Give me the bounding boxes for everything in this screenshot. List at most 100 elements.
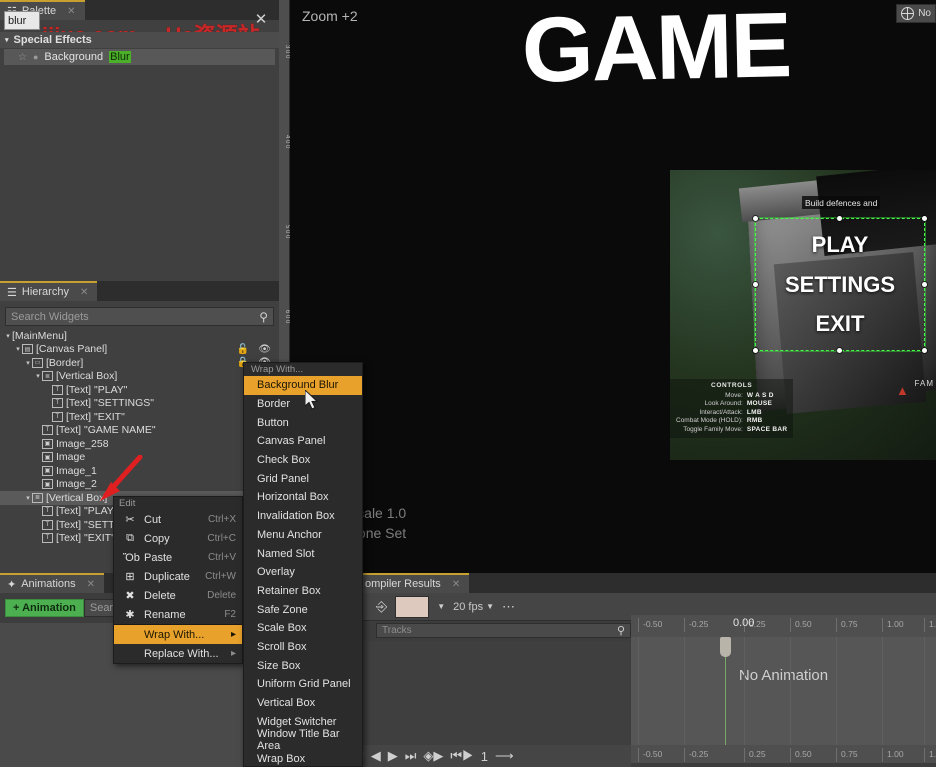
tab-compiler-results[interactable]: ompiler Results ✕ <box>358 573 469 593</box>
hierarchy-row[interactable]: T[Text] "PLAY" <box>0 383 279 397</box>
fps-selector[interactable]: 20 fps ▼ <box>453 601 494 613</box>
wrap-submenu-item[interactable]: Overlay <box>244 563 362 582</box>
frame-field[interactable]: 1 <box>481 749 488 764</box>
wrap-submenu-item[interactable]: Button <box>244 413 362 432</box>
hierarchy-row[interactable]: ▾[MainMenu] <box>0 329 279 343</box>
widget-type-icon: ▭ <box>32 358 43 368</box>
palette-search-input[interactable]: blur <box>4 11 40 30</box>
tab-animations[interactable]: ✦ Animations ✕ <box>0 573 104 593</box>
chevron-down-icon[interactable]: ▾ <box>14 345 22 353</box>
context-menu-item[interactable]: ⧉CopyCtrl+C <box>114 529 242 548</box>
game-preview-image[interactable]: Build defences and ▲ FAM CONTROLS Move:W… <box>670 170 936 460</box>
wrap-submenu-item[interactable]: Invalidation Box <box>244 507 362 526</box>
add-animation-button[interactable]: + Animation <box>5 599 84 617</box>
wrap-submenu-item[interactable]: Menu Anchor <box>244 526 362 545</box>
hierarchy-tabbar: ☰ Hierarchy ✕ <box>0 281 279 301</box>
ruler-tick-label: -0.50 <box>643 749 662 759</box>
hierarchy-row-label: Image <box>56 451 85 463</box>
wrap-submenu-item[interactable]: Canvas Panel <box>244 432 362 451</box>
star-icon[interactable]: ☆ <box>18 52 27 63</box>
arrow-right-icon[interactable]: ⟶ <box>495 748 514 764</box>
wrap-submenu-item[interactable]: Horizontal Box <box>244 488 362 507</box>
wrap-submenu-item[interactable]: Safe Zone <box>244 600 362 619</box>
loop-icon[interactable]: ⏮▶ <box>450 748 473 764</box>
edit-context-menu: Edit ✂CutCtrl+X⧉CopyCtrl+CὌbPasteCtrl+V⊞… <box>113 496 243 664</box>
lock-open-icon[interactable]: 🔓 <box>237 344 249 355</box>
control-key: Combat Mode (HOLD): <box>676 417 747 426</box>
bottom-timeline-ruler[interactable]: -0.50-0.250.250.500.751.001.2 <box>631 745 936 763</box>
wrap-submenu-item[interactable]: Window Title Bar Area <box>244 731 362 750</box>
wrap-submenu-item[interactable]: Background Blur <box>244 376 362 395</box>
context-menu-item[interactable]: ✱RenameF2 <box>114 605 242 624</box>
wrap-submenu-item[interactable]: Retainer Box <box>244 582 362 601</box>
chevron-down-icon[interactable]: ▾ <box>4 332 12 340</box>
context-menu-item[interactable]: Wrap With...▸ <box>114 625 242 644</box>
palette-item-label: Background <box>44 51 103 63</box>
hierarchy-row-label: [Vertical Box] <box>56 370 117 382</box>
wrap-submenu-item[interactable]: Border <box>244 395 362 414</box>
step-forward-icon[interactable]: ⏭ <box>405 748 417 764</box>
game-name-text[interactable]: GAME <box>521 0 791 97</box>
context-menu-item[interactable]: ὌbPasteCtrl+V <box>114 548 242 567</box>
delete-icon: ✖ <box>123 589 137 602</box>
localization-preview-selector[interactable]: No <box>896 4 936 23</box>
wrap-submenu-item[interactable]: Check Box <box>244 451 362 470</box>
hierarchy-row[interactable]: ▾▤[Canvas Panel]🔓👁 <box>0 343 279 357</box>
hierarchy-row[interactable]: T[Text] "GAME NAME" <box>0 424 279 438</box>
chevron-down-icon[interactable]: ▾ <box>24 359 32 367</box>
record-icon[interactable]: ◈▶ <box>423 748 443 764</box>
context-menu-item[interactable]: ✖DeleteDelete <box>114 586 242 605</box>
ruler-tickline <box>790 748 791 762</box>
bullet-icon: ● <box>33 52 38 62</box>
tab-hierarchy[interactable]: ☰ Hierarchy ✕ <box>0 281 97 301</box>
wrap-with-submenu: Wrap With... Background BlurBorderButton… <box>243 362 363 767</box>
palette-panel: ☷ Palette ✕ blur jiiue.com Ue资源站 ✕ ▾ Spe… <box>0 0 279 281</box>
context-menu-item[interactable]: ✂CutCtrl+X <box>114 510 242 529</box>
context-menu-item[interactable]: ⊞DuplicateCtrl+W <box>114 567 242 586</box>
tag-icon[interactable]: ⎆ <box>376 598 387 615</box>
search-widgets-input[interactable]: Search Widgets ⚲ <box>5 307 274 326</box>
playhead[interactable]: 0.00 <box>725 637 726 745</box>
wrap-submenu-item[interactable]: Vertical Box <box>244 694 362 713</box>
play-reverse-icon[interactable]: ◀ <box>371 748 381 764</box>
palette-item-background-blur[interactable]: ☆ ● Background Blur <box>4 49 275 65</box>
timeline-gridline <box>924 637 925 745</box>
close-icon[interactable]: ✕ <box>80 287 88 298</box>
wrap-submenu-item[interactable]: Named Slot <box>244 544 362 563</box>
hierarchy-row[interactable]: T[Text] "EXIT" <box>0 410 279 424</box>
hierarchy-row[interactable]: ▾≣[Vertical Box] <box>0 370 279 384</box>
designer-viewport[interactable]: Zoom +2 GAME No Build defences and ▲ FAM… <box>290 0 936 573</box>
close-icon[interactable]: ✕ <box>452 579 460 590</box>
submenu-arrow-icon: ▸ <box>231 648 236 659</box>
hierarchy-row[interactable]: T[Text] "SETTINGS" <box>0 397 279 411</box>
hierarchy-row[interactable]: ▣Image_258 <box>0 437 279 451</box>
animation-thumbnail[interactable] <box>395 596 429 618</box>
chevron-down-icon[interactable]: ▾ <box>34 372 42 380</box>
ruler-tick-label: 0.50 <box>795 619 812 629</box>
eye-icon[interactable]: 👁 <box>258 344 271 355</box>
wrap-submenu-item[interactable]: Uniform Grid Panel <box>244 675 362 694</box>
timeline-panel[interactable]: -0.50-0.250.250.500.751.001.2 No Animati… <box>631 615 936 745</box>
ruler-tick-label: 0.25 <box>749 749 766 759</box>
chevron-down-icon[interactable]: ▾ <box>24 494 32 502</box>
wrap-submenu-item[interactable]: Scroll Box <box>244 638 362 657</box>
ruler-tickline <box>638 618 639 632</box>
chevron-down-icon[interactable]: ▼ <box>437 602 445 611</box>
hierarchy-row-label: [Canvas Panel] <box>36 343 107 355</box>
fps-label: 20 fps <box>453 601 483 613</box>
wrap-submenu-item[interactable]: Scale Box <box>244 619 362 638</box>
hierarchy-row[interactable]: ▾▭[Border]🔒👁 <box>0 356 279 370</box>
play-icon[interactable]: ▶ <box>388 748 398 764</box>
context-menu-item[interactable]: Replace With...▸ <box>114 644 242 663</box>
timeline-ruler[interactable]: -0.50-0.250.250.500.751.001.2 <box>631 615 936 637</box>
wrap-submenu-item[interactable]: Size Box <box>244 656 362 675</box>
tracks-search-input[interactable]: Tracks ⚲ <box>376 623 631 638</box>
widget-type-icon: T <box>42 520 53 530</box>
curve-editor-icon[interactable]: ⋯ <box>502 599 515 615</box>
close-icon[interactable]: ✕ <box>87 579 95 590</box>
globe-icon <box>901 7 914 20</box>
clear-search-icon[interactable]: ✕ <box>253 12 269 28</box>
wrap-submenu-item[interactable]: Grid Panel <box>244 469 362 488</box>
palette-category-special-effects[interactable]: ▾ Special Effects <box>0 32 279 48</box>
playhead-grip[interactable] <box>720 637 731 657</box>
